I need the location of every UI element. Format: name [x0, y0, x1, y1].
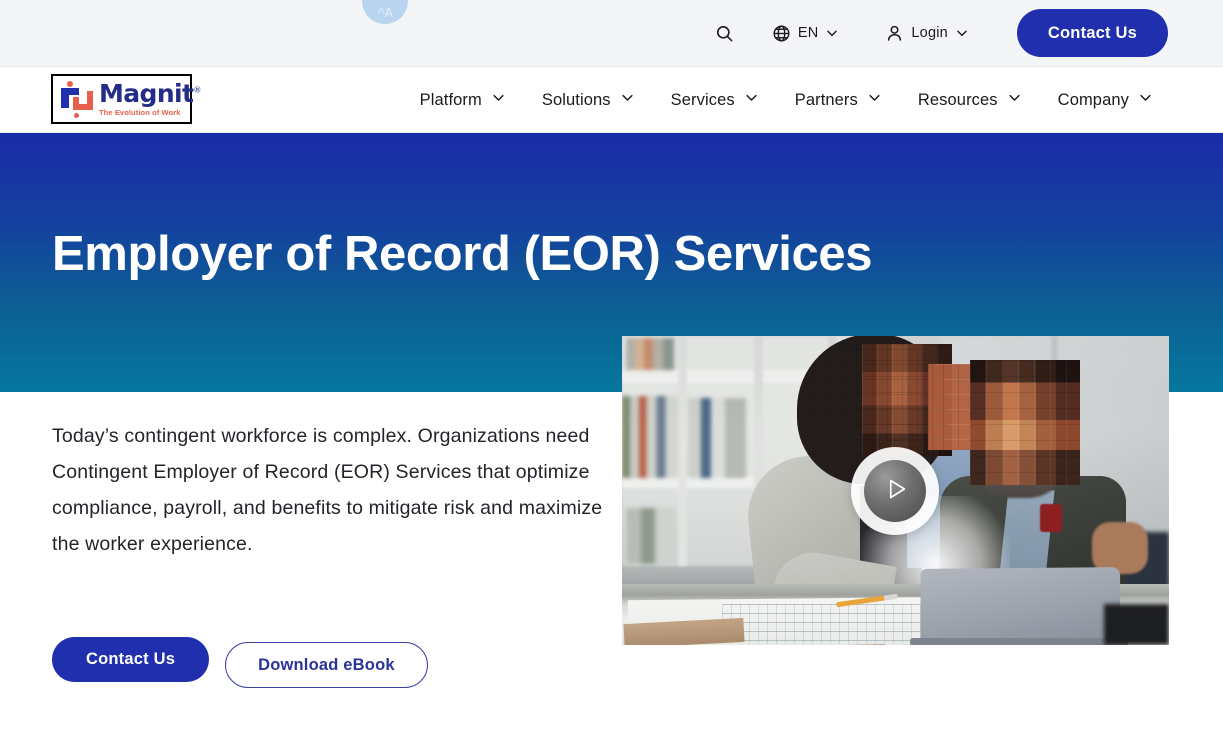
logo-tagline: The Evolution of Work [99, 108, 201, 117]
nav-label: Platform [420, 91, 482, 110]
nav-label: Company [1058, 91, 1129, 110]
chevron-down-icon [867, 90, 882, 110]
language-selector[interactable]: EN [762, 18, 850, 49]
logo-trademark: ® [193, 86, 200, 95]
nav-item-platform[interactable]: Platform [402, 82, 524, 118]
login-menu[interactable]: Login [875, 18, 978, 49]
nav-item-services[interactable]: Services [653, 82, 777, 118]
download-ebook-button[interactable]: Download eBook [225, 642, 428, 688]
logo-text: Magnit® The Evolution of Work [99, 81, 201, 117]
hero-description: Today’s contingent workforce is complex.… [52, 418, 608, 562]
nav-label: Services [671, 91, 735, 110]
page-title: Employer of Record (EOR) Services [52, 226, 872, 282]
nav-item-resources[interactable]: Resources [900, 82, 1040, 118]
person-icon [885, 24, 904, 43]
contact-us-header-button[interactable]: Contact Us [1017, 9, 1168, 57]
search-icon [715, 24, 734, 43]
nav-label: Solutions [542, 91, 611, 110]
nav-item-company[interactable]: Company [1040, 82, 1171, 118]
nav-label: Partners [795, 91, 858, 110]
primary-nav-links: Platform Solutions Services Partners [402, 67, 1171, 133]
chevron-down-icon [744, 90, 759, 110]
hero-cta-row: Contact Us Download eBook [52, 637, 428, 688]
utility-bar-items: EN Login [701, 9, 1168, 57]
login-label: Login [911, 25, 947, 41]
search-button[interactable] [701, 18, 748, 49]
page-root: EN Login [0, 0, 1223, 749]
nav-item-solutions[interactable]: Solutions [524, 82, 653, 118]
magnit-logo[interactable]: Magnit® The Evolution of Work [51, 74, 192, 124]
chevron-down-icon [1138, 90, 1153, 110]
logo-wordmark: Magnit [99, 79, 193, 108]
nav-label: Resources [918, 91, 998, 110]
main-navigation-bar: Magnit® The Evolution of Work Platform S… [0, 67, 1223, 133]
language-label: EN [798, 25, 819, 41]
contact-us-button[interactable]: Contact Us [52, 637, 209, 682]
play-button-inner [864, 460, 926, 522]
chevron-down-icon [491, 90, 506, 110]
magnit-logo-mark-icon [59, 81, 97, 117]
play-icon [878, 472, 912, 511]
chevron-down-icon [825, 26, 839, 40]
utility-bar: EN Login [0, 0, 1223, 67]
chevron-down-icon [1007, 90, 1022, 110]
chevron-down-icon [955, 26, 969, 40]
globe-icon [772, 24, 791, 43]
nav-item-partners[interactable]: Partners [777, 82, 900, 118]
scroll-widget-glyph: ^A [378, 6, 393, 19]
chevron-down-icon [620, 90, 635, 110]
video-play-button[interactable] [851, 447, 939, 535]
